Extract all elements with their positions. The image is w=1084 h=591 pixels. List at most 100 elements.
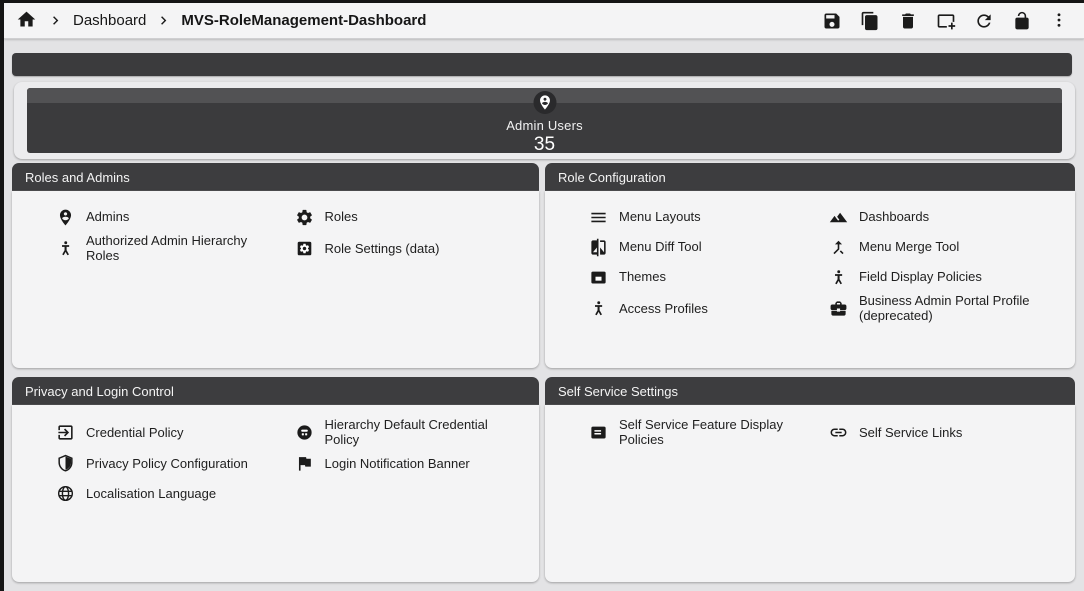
panel-item[interactable]: Hierarchy Default Credential Policy xyxy=(295,417,526,447)
panel-header: Privacy and Login Control xyxy=(12,377,539,405)
chevron-right-icon xyxy=(155,12,172,29)
panel-item-label: Roles xyxy=(325,209,358,224)
panel-item-label: Dashboards xyxy=(859,209,929,224)
panel-item[interactable]: Access Profiles xyxy=(589,293,821,323)
panel-item-label: Localisation Language xyxy=(86,486,216,501)
copy-button[interactable] xyxy=(858,9,882,33)
refresh-button[interactable] xyxy=(972,9,996,33)
home-icon xyxy=(16,9,37,33)
stat-label: Admin Users xyxy=(27,118,1062,133)
person-pin-badge-icon xyxy=(533,91,556,114)
more-vert-icon xyxy=(1050,11,1070,31)
panel-body: Menu Layouts Dashboards Menu Diff Tool Menu… xyxy=(545,191,1075,368)
token-circle-icon xyxy=(295,423,314,442)
panel-title: Role Configuration xyxy=(558,170,666,185)
panel-item-label: Menu Merge Tool xyxy=(859,239,959,254)
panel-header: Roles and Admins xyxy=(12,163,539,191)
person-dot-icon xyxy=(829,268,848,287)
panel-item[interactable]: Field Display Policies xyxy=(829,263,1061,291)
panel-item-label: Themes xyxy=(619,269,666,284)
panel-item-label: Business Admin Portal Profile (deprecate… xyxy=(859,293,1055,323)
toolbar xyxy=(820,9,1072,33)
panel-item-label: Role Settings (data) xyxy=(325,241,440,256)
flag-icon xyxy=(295,454,314,473)
briefcase-icon xyxy=(829,299,848,318)
panel-title: Privacy and Login Control xyxy=(25,384,174,399)
merge-icon xyxy=(829,238,848,257)
terrain-icon xyxy=(829,208,848,227)
stat-value: 35 xyxy=(27,134,1062,153)
panel-self-service-settings: Self Service Settings Self Service Featu… xyxy=(545,377,1075,582)
admin-users-stat[interactable]: Admin Users 35 xyxy=(27,88,1062,153)
dashboard-page: Dashboard MVS-RoleManagement-Dashboard A… xyxy=(0,0,1084,591)
panel-item-label: Authorized Admin Hierarchy Roles xyxy=(86,233,282,263)
person-dot-icon xyxy=(589,299,608,318)
menu-icon xyxy=(589,208,608,227)
panel-roles-and-admins: Roles and Admins Admins Roles Authorized A… xyxy=(12,163,539,368)
panel-header: Role Configuration xyxy=(545,163,1075,191)
panel-item[interactable]: Localisation Language xyxy=(56,479,287,507)
app-bar: Dashboard MVS-RoleManagement-Dashboard xyxy=(4,3,1084,39)
panel-title: Roles and Admins xyxy=(25,170,130,185)
add-dashboard-icon xyxy=(936,11,956,31)
panel-header: Self Service Settings xyxy=(545,377,1075,405)
panel-body: Self Service Feature Display Policies Sel… xyxy=(545,405,1075,582)
panel-body: Admins Roles Authorized Admin Hierarchy Ro… xyxy=(12,191,539,368)
feature-list-icon xyxy=(589,423,608,442)
breadcrumb-dashboard[interactable]: Dashboard xyxy=(73,12,146,29)
theme-icon xyxy=(589,268,608,287)
panel-item-label: Login Notification Banner xyxy=(325,456,470,471)
panel-item-label: Admins xyxy=(86,209,129,224)
link-icon xyxy=(829,423,848,442)
panel-role-configuration: Role Configuration Menu Layouts Dashboard… xyxy=(545,163,1075,368)
lock-open-button[interactable] xyxy=(1010,9,1034,33)
chevron-right-icon xyxy=(47,12,64,29)
panel-item[interactable]: Self Service Feature Display Policies xyxy=(589,417,821,447)
panel-item-label: Privacy Policy Configuration xyxy=(86,456,248,471)
panel-item-label: Menu Diff Tool xyxy=(619,239,702,254)
save-button[interactable] xyxy=(820,9,844,33)
panel-item-label: Menu Layouts xyxy=(619,209,701,224)
panel-item[interactable]: Login Notification Banner xyxy=(295,449,526,477)
person-dot-icon xyxy=(56,239,75,258)
login-icon xyxy=(56,423,75,442)
add-dashboard-button[interactable] xyxy=(934,9,958,33)
panels-grid: Roles and Admins Admins Roles Authorized A… xyxy=(12,163,1071,582)
panel-body: Credential Policy Hierarchy Default Crede… xyxy=(12,405,539,582)
home-button[interactable] xyxy=(14,9,38,33)
panel-item[interactable]: Credential Policy xyxy=(56,417,287,447)
breadcrumb-current: MVS-RoleManagement-Dashboard xyxy=(181,12,426,29)
compare-icon xyxy=(589,238,608,257)
refresh-icon xyxy=(974,11,994,31)
panel-item[interactable]: Themes xyxy=(589,263,821,291)
delete-button[interactable] xyxy=(896,9,920,33)
panel-item-label: Hierarchy Default Credential Policy xyxy=(325,417,521,447)
copy-icon xyxy=(860,11,880,31)
panel-item[interactable]: Dashboards xyxy=(829,203,1061,231)
globe-icon xyxy=(56,484,75,503)
panel-item-label: Self Service Feature Display Policies xyxy=(619,417,815,447)
stat-texts: Admin Users 35 xyxy=(27,118,1062,153)
stats-card: Admin Users 35 xyxy=(14,82,1075,159)
more-vert-button[interactable] xyxy=(1048,9,1072,33)
panel-privacy-and-login-control: Privacy and Login Control Credential Pol… xyxy=(12,377,539,582)
panel-item[interactable]: Privacy Policy Configuration xyxy=(56,449,287,477)
gear-icon xyxy=(295,208,314,227)
panel-item-label: Self Service Links xyxy=(859,425,962,440)
panel-item[interactable]: Self Service Links xyxy=(829,417,1061,447)
panel-item[interactable]: Menu Merge Tool xyxy=(829,233,1061,261)
panel-item-label: Field Display Policies xyxy=(859,269,982,284)
delete-icon xyxy=(898,11,918,31)
gear-box-icon xyxy=(295,239,314,258)
panel-item[interactable]: Menu Diff Tool xyxy=(589,233,821,261)
person-pin-icon xyxy=(56,208,75,227)
save-icon xyxy=(822,11,842,31)
panel-item[interactable]: Business Admin Portal Profile (deprecate… xyxy=(829,293,1061,323)
panel-item[interactable]: Authorized Admin Hierarchy Roles xyxy=(56,233,287,263)
panel-item[interactable]: Menu Layouts xyxy=(589,203,821,231)
panel-item[interactable]: Role Settings (data) xyxy=(295,233,526,263)
panel-item[interactable]: Admins xyxy=(56,203,287,231)
panel-item[interactable]: Roles xyxy=(295,203,526,231)
lock-open-icon xyxy=(1012,11,1032,31)
panel-item-label: Credential Policy xyxy=(86,425,184,440)
